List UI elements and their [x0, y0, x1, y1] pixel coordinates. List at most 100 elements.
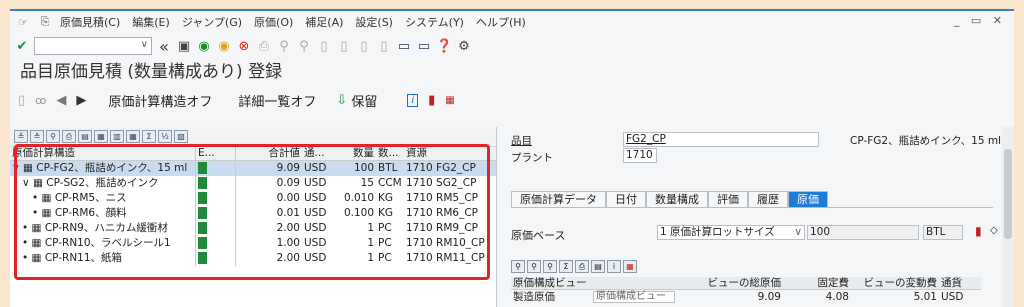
plant-label: プラント — [511, 152, 553, 164]
col-view[interactable]: 原価構成ビュー — [511, 277, 681, 289]
fixed-cost: 4.08 — [825, 291, 849, 303]
menu-bar: ☞ ⎘ 原価見積(C) 編集(E) ジャンプ(G) 原価(O) 補足(A) 設定… — [10, 11, 1014, 33]
page-title: 品目原価見積 (数量構成あり) 登録 — [20, 62, 283, 82]
col-currency[interactable]: 通貨 — [937, 277, 977, 289]
find-icon[interactable]: ⚲ — [276, 39, 292, 54]
command-field[interactable]: ∨ — [34, 37, 152, 55]
cancel-icon[interactable]: ⊗ — [236, 39, 252, 54]
layout-icon[interactable]: ▤ — [591, 260, 605, 273]
menu-item-system[interactable]: システム(Y) — [405, 14, 464, 30]
cost-base-unit: BTL — [923, 225, 963, 240]
vertical-scrollbar[interactable] — [1002, 127, 1014, 307]
report-icon[interactable]: ▮ — [975, 224, 982, 238]
menu-icon[interactable]: ☞ — [16, 16, 30, 29]
detail-panel: 品目 FG2_CP CP-FG2、瓶詰めインク、15 ml プラント 1710 … — [503, 127, 1014, 307]
expand-icon[interactable]: ◇ — [990, 225, 998, 236]
calendar-icon[interactable]: ▦ — [94, 130, 108, 143]
tab-costs[interactable]: 原価 — [788, 191, 828, 207]
tab-qty-structure[interactable]: 数量構成 — [646, 191, 708, 207]
hold-icon[interactable]: ⇩ — [336, 93, 347, 108]
detail-tabs: 原価計算データ 日付 数量構成 評価 履歴 原価 — [511, 191, 828, 207]
col-fixed[interactable]: 固定費 — [781, 277, 850, 289]
menu-item-edit[interactable]: 編集(E) — [132, 14, 170, 30]
next-page-icon[interactable]: ▯ — [356, 39, 372, 54]
previous-icon[interactable]: ◀ — [56, 93, 66, 108]
new-document-icon[interactable]: ▯ — [18, 93, 25, 108]
menu-item-cost[interactable]: 原価(O) — [254, 14, 293, 30]
tab-valuation[interactable]: 評価 — [708, 191, 748, 207]
detail-off-button[interactable]: 詳細一覧オフ — [238, 91, 316, 110]
subtotal-icon[interactable]: ½ — [158, 130, 172, 143]
menu-item-cost-estimate[interactable]: 原価見積(C) — [60, 14, 120, 30]
material-description: CP-FG2、瓶詰めインク、15 ml — [850, 135, 1001, 147]
tab-history[interactable]: 履歴 — [748, 191, 788, 207]
chevron-down-icon: ∨ — [794, 226, 802, 238]
standard-toolbar: ✔ ∨ « ▣ ◉ ◉ ⊗ ⎙ ⚲ ⚲ ▯ ▯ ▯ ▯ ▭ ▭ ❓ ⚙ — [10, 33, 1014, 59]
prev-page-icon[interactable]: ▯ — [336, 39, 352, 54]
save-icon[interactable]: ▣ — [176, 39, 192, 54]
col-total[interactable]: ビューの総原価 — [681, 277, 782, 289]
details-icon[interactable]: ⚲ — [511, 260, 525, 273]
expand-all-icon[interactable]: ≚ — [14, 130, 28, 143]
double-left-icon[interactable]: « — [156, 37, 172, 56]
sap-window: ☞ ⎘ 原価見積(C) 編集(E) ジャンプ(G) 原価(O) 補足(A) 設定… — [10, 9, 1014, 307]
find-icon[interactable]: ⚲ — [527, 260, 541, 273]
material-field[interactable]: FG2_CP — [623, 132, 819, 147]
cost-base-quantity: 100 — [807, 225, 919, 240]
find-next-icon[interactable]: ⚲ — [296, 39, 312, 54]
collapse-all-icon[interactable]: ≙ — [30, 130, 44, 143]
total-cost: 9.09 — [757, 291, 781, 303]
tab-date[interactable]: 日付 — [606, 191, 646, 207]
layout-icon[interactable]: ▤ — [78, 130, 92, 143]
settings-icon[interactable]: ⚙ — [456, 39, 472, 54]
info-icon[interactable]: i — [607, 260, 621, 273]
window-controls[interactable]: _ ▭ ✕ — [954, 14, 1006, 27]
calendar-icon[interactable]: ▦ — [445, 95, 454, 106]
find-next-icon[interactable]: ⚲ — [543, 260, 557, 273]
tab-costing-data[interactable]: 原価計算データ — [511, 191, 606, 207]
chevron-down-icon[interactable]: ∨ — [141, 39, 148, 50]
menu-item-extras[interactable]: 補足(A) — [305, 14, 343, 30]
info-icon[interactable]: i — [407, 93, 419, 107]
scrollbar-thumb[interactable] — [1004, 149, 1012, 239]
shortcut-icon[interactable]: ▭ — [416, 39, 432, 54]
help-icon[interactable]: ❓ — [436, 39, 452, 54]
next-icon[interactable]: ▶ — [76, 93, 86, 108]
variable-cost: 5.01 — [913, 291, 937, 303]
new-session-icon[interactable]: ▭ — [396, 39, 412, 54]
grid-icon[interactable]: ▦ — [126, 130, 140, 143]
exit-icon[interactable]: ◉ — [216, 39, 232, 54]
back-icon[interactable]: ◉ — [196, 39, 212, 54]
view-field[interactable]: 原価構成ビュー — [593, 291, 675, 303]
find-icon[interactable]: ⚲ — [46, 130, 60, 143]
print-icon[interactable]: ⎙ — [62, 130, 76, 143]
report-icon[interactable]: ▮ — [428, 93, 435, 108]
print-icon[interactable]: ⎙ — [256, 39, 272, 54]
enter-icon[interactable]: ✔ — [14, 39, 30, 54]
hold-button[interactable]: 保留 — [351, 91, 377, 110]
menu-item-settings[interactable]: 設定(S) — [355, 14, 393, 30]
sum-icon[interactable]: Σ — [142, 130, 156, 143]
calendar-icon[interactable]: ▦ — [623, 260, 637, 273]
col-variable[interactable]: ビューの変動費 — [849, 277, 938, 289]
last-page-icon[interactable]: ▯ — [376, 39, 392, 54]
cost-base-label: 原価ベース — [511, 229, 566, 242]
details-icon[interactable]: ▥ — [110, 130, 124, 143]
plant-field[interactable]: 1710 — [623, 148, 657, 163]
cost-base-value: 1 原価計算ロットサイズ — [660, 226, 775, 238]
menu-item-help[interactable]: ヘルプ(H) — [476, 14, 526, 30]
exit-menu-icon[interactable]: ⎘ — [38, 15, 52, 29]
structure-off-button[interactable]: 原価計算構造オフ — [108, 91, 212, 110]
export-icon[interactable]: ▧ — [174, 130, 188, 143]
highlight-box — [14, 144, 490, 280]
glasses-icon[interactable]: ꝏ — [35, 94, 46, 107]
cost-table-toolbar: ⚲ ⚲ ⚲ Σ ⎙ ▤ i ▦ — [511, 260, 637, 273]
view-name: 製造原価 — [513, 291, 555, 303]
sum-icon[interactable]: Σ — [559, 260, 573, 273]
first-page-icon[interactable]: ▯ — [316, 39, 332, 54]
cost-base-select[interactable]: 1 原価計算ロットサイズ ∨ — [657, 225, 805, 240]
table-header: 原価構成ビュー ビューの総原価 固定費 ビューの変動費 通貨 — [511, 277, 981, 290]
table-row[interactable]: 製造原価 原価構成ビュー 9.09 4.08 5.01 USD — [511, 290, 981, 304]
print-icon[interactable]: ⎙ — [575, 260, 589, 273]
menu-item-jump[interactable]: ジャンプ(G) — [182, 14, 242, 30]
